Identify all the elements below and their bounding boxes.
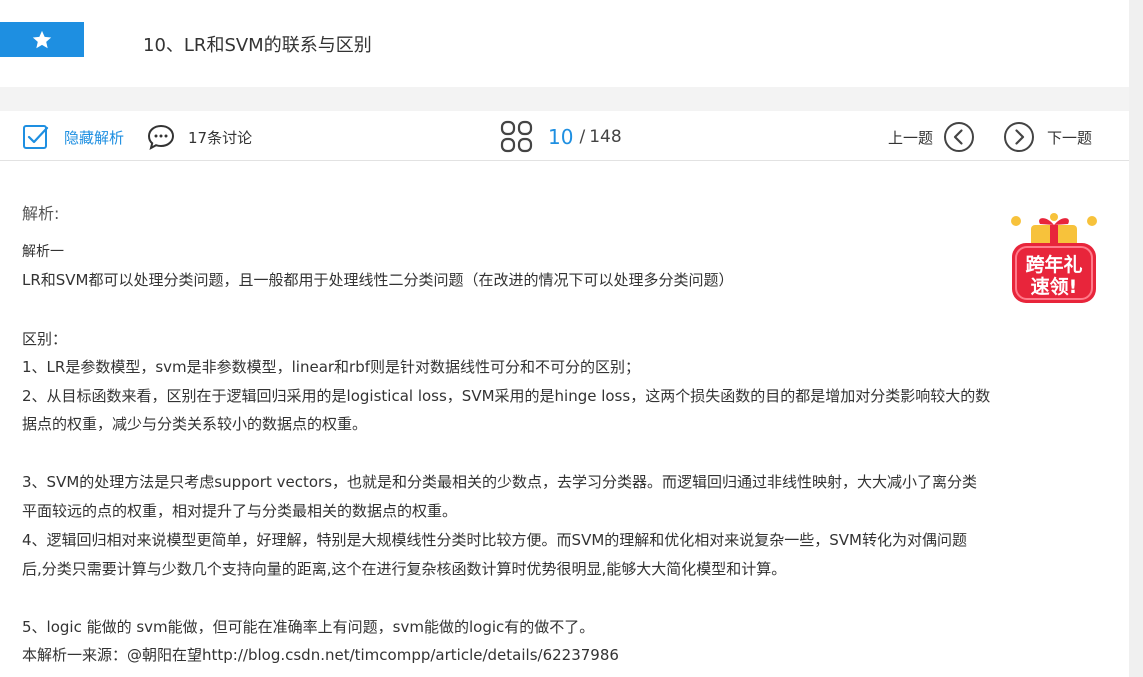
hide-analysis-button[interactable]: 隐藏解析 [22,122,124,152]
chevron-left-circle-icon [944,122,975,152]
analysis-paragraph: 3、SVM的处理方法是只考虑support vectors，也就是和分类最相关的… [22,473,978,491]
answer-panel: 隐藏解析 17条讨论 10 / 148 上一题 下一题 解析: 解析一 LR和S… [0,111,1129,677]
total-question-count: 148 [589,127,622,147]
promo-line-1: 跨年礼 [1025,253,1082,276]
favorite-button[interactable] [0,22,84,57]
discussion-button[interactable]: 17条讨论 [146,122,252,152]
analysis-paragraph: 据点的权重，减少与分类关系较小的数据点的权重。 [22,415,368,433]
next-question-label: 下一题 [1047,128,1093,147]
current-question-number: 10 [548,125,574,149]
analysis-paragraph: 5、logic 能做的 svm能做，但可能在准确率上有问题，svm能做的logi… [22,618,595,636]
previous-question-button[interactable]: 上一题 [888,120,975,154]
page-separator: / [579,127,586,147]
question-pager[interactable]: 10 / 148 [500,120,622,154]
question-title-bar: 10、LR和SVM的联系与区别 [0,0,1129,87]
star-icon [32,30,52,48]
new-year-gift-badge[interactable]: 跨年礼 速领! [1004,207,1104,307]
analysis-paragraph: 1、LR是参数模型，svm是非参数模型，linear和rbf则是针对数据线性可分… [22,358,641,376]
gift-icon: 跨年礼 速领! [1011,213,1097,303]
analysis-subheading: 解析一 [22,244,64,260]
previous-question-label: 上一题 [888,128,934,147]
comment-icon [147,124,175,151]
analysis-source: 本解析一来源：@朝阳在望http://blog.csdn.net/timcomp… [22,646,619,664]
analysis-heading: 解析: [22,204,60,223]
hide-analysis-label: 隐藏解析 [64,128,125,147]
chevron-right-circle-icon [1004,122,1034,152]
analysis-paragraph: 2、从目标函数来看，区别在于逻辑回归采用的是logistical loss，SV… [22,387,991,405]
question-title: 10、LR和SVM的联系与区别 [143,35,372,56]
grid-icon [500,120,533,153]
question-toolbar: 隐藏解析 17条讨论 10 / 148 上一题 下一题 [0,111,1129,161]
analysis-paragraph: 平面较远的点的权重，相对提升了与分类最相关的数据点的权重。 [22,502,458,520]
checkbox-icon [23,125,49,149]
analysis-paragraph: LR和SVM都可以处理分类问题，且一般都用于处理线性二分类问题（在改进的情况下可… [22,271,734,289]
discussion-count: 17条讨论 [188,128,253,147]
analysis-paragraph: 4、逻辑回归相对来说模型更简单，好理解，特别是大规模线性分类时比较方便。而SVM… [22,531,967,549]
promo-line-2: 速领! [1031,275,1078,298]
differences-heading: 区别： [22,330,68,348]
page-scrollbar[interactable] [1129,0,1143,677]
next-question-button[interactable]: 下一题 [1003,120,1092,154]
analysis-paragraph: 后,分类只需要计算与少数几个支持向量的距离,这个在进行复杂核函数计算时优势很明显… [22,560,787,578]
